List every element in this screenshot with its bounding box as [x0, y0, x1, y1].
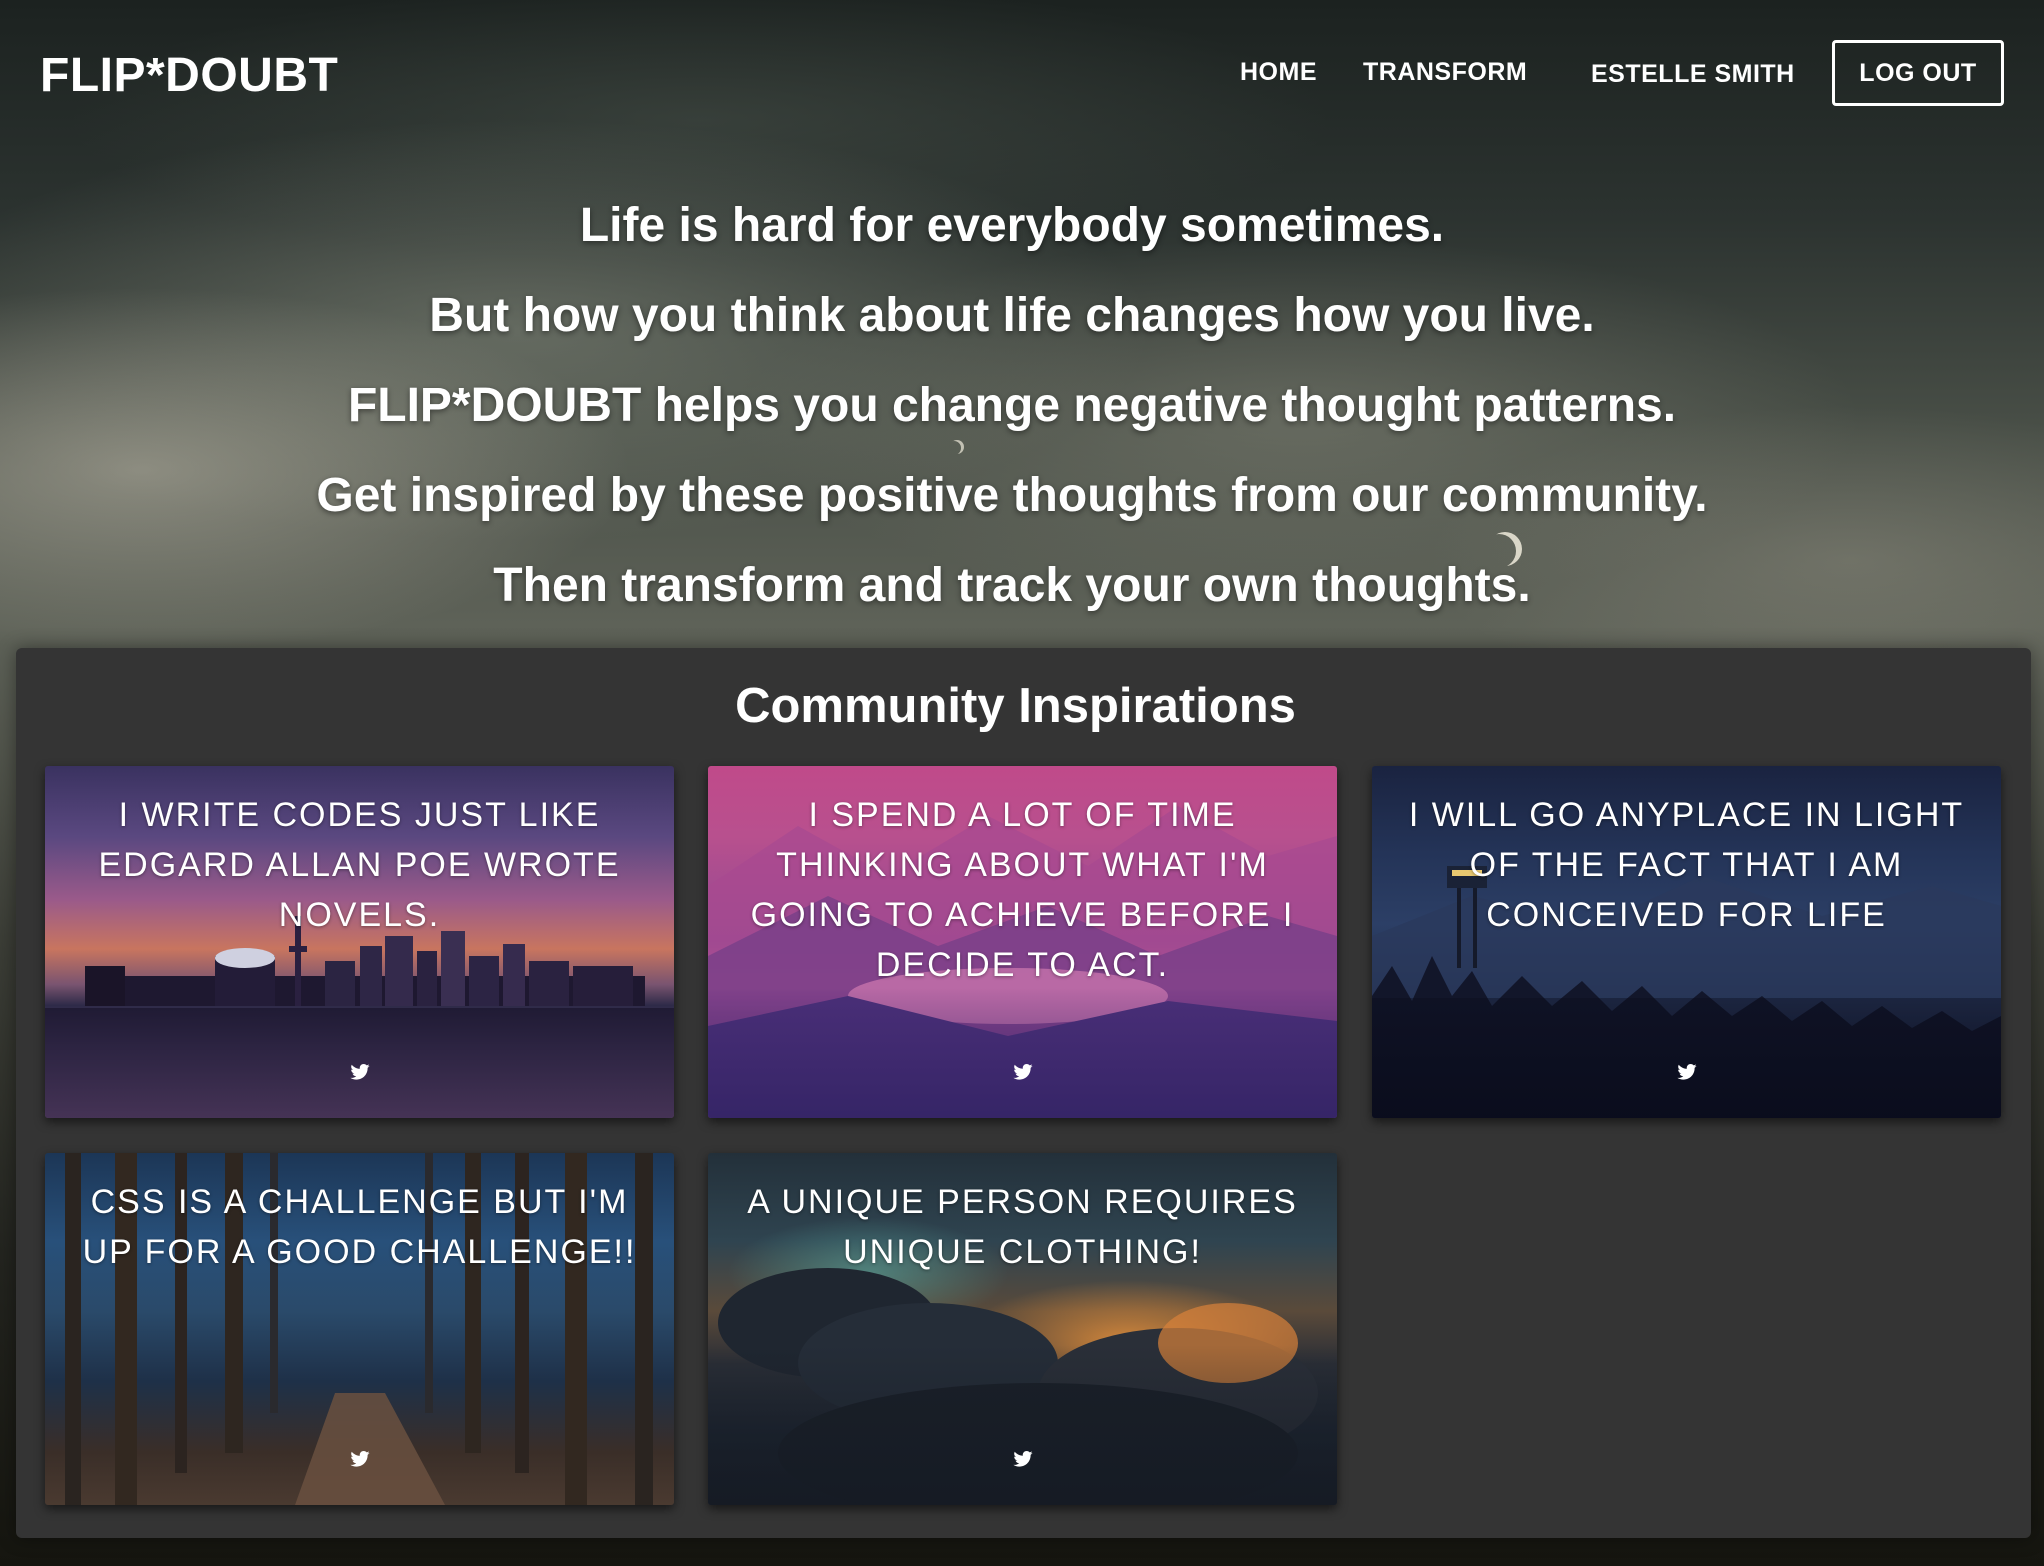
card-text: I WRITE CODES JUST LIKE EDGARD ALLAN POE…: [98, 796, 621, 934]
community-title: Community Inspirations: [735, 679, 1296, 733]
hero-line: Life is hard for everybody sometimes.: [579, 199, 1445, 252]
nav-user-link[interactable]: ESTELLE SMITH: [1591, 60, 1795, 89]
hero-line: Get inspired by these positive thoughts …: [316, 469, 1708, 522]
hero-line: Then transform and track your own though…: [493, 559, 1531, 612]
twitter-icon[interactable]: [349, 1064, 370, 1080]
inspiration-card[interactable]: I WILL GO ANYPLACE IN LIGHT OF THE FACT …: [1372, 766, 2001, 1118]
nav-transform-link[interactable]: TRANSFORM: [1363, 58, 1527, 87]
inspiration-card[interactable]: A UNIQUE PERSON REQUIRES UNIQUE CLOTHING…: [708, 1153, 1337, 1505]
nav-home-link[interactable]: HOME: [1240, 58, 1317, 87]
community-panel: Community Inspirations I WRITE CODES JUS…: [16, 648, 2031, 1538]
brand-logo[interactable]: FLIP*DOUBT: [40, 48, 338, 103]
card-image-shade: [45, 1008, 674, 1118]
inspiration-card[interactable]: I WRITE CODES JUST LIKE EDGARD ALLAN POE…: [45, 766, 674, 1118]
logout-button[interactable]: LOG OUT: [1832, 40, 2004, 106]
hero-text: Life is hard for everybody sometimes. Bu…: [0, 196, 2044, 646]
hero-line: But how you think about life changes how…: [429, 289, 1595, 342]
twitter-icon[interactable]: [1012, 1064, 1033, 1080]
card-text: I WILL GO ANYPLACE IN LIGHT OF THE FACT …: [1408, 796, 1965, 934]
card-image-shade: [708, 988, 1337, 1118]
inspiration-card[interactable]: I SPEND A LOT OF TIME THINKING ABOUT WHA…: [708, 766, 1337, 1118]
twitter-icon[interactable]: [1676, 1064, 1697, 1080]
card-image-shade: [708, 1345, 1337, 1505]
navbar: FLIP*DOUBT HOME TRANSFORM ESTELLE SMITH …: [0, 0, 2044, 150]
twitter-icon[interactable]: [349, 1451, 370, 1467]
inspiration-card[interactable]: CSS IS A CHALLENGE BUT I'M UP FOR A GOOD…: [45, 1153, 674, 1505]
twitter-icon[interactable]: [1012, 1451, 1033, 1467]
hero-line: FLIP*DOUBT helps you change negative tho…: [347, 379, 1677, 432]
card-text: I SPEND A LOT OF TIME THINKING ABOUT WHA…: [750, 796, 1295, 984]
card-text: CSS IS A CHALLENGE BUT I'M UP FOR A GOOD…: [82, 1183, 637, 1271]
card-image-shade: [1372, 998, 2001, 1118]
card-text: A UNIQUE PERSON REQUIRES UNIQUE CLOTHING…: [747, 1183, 1298, 1271]
